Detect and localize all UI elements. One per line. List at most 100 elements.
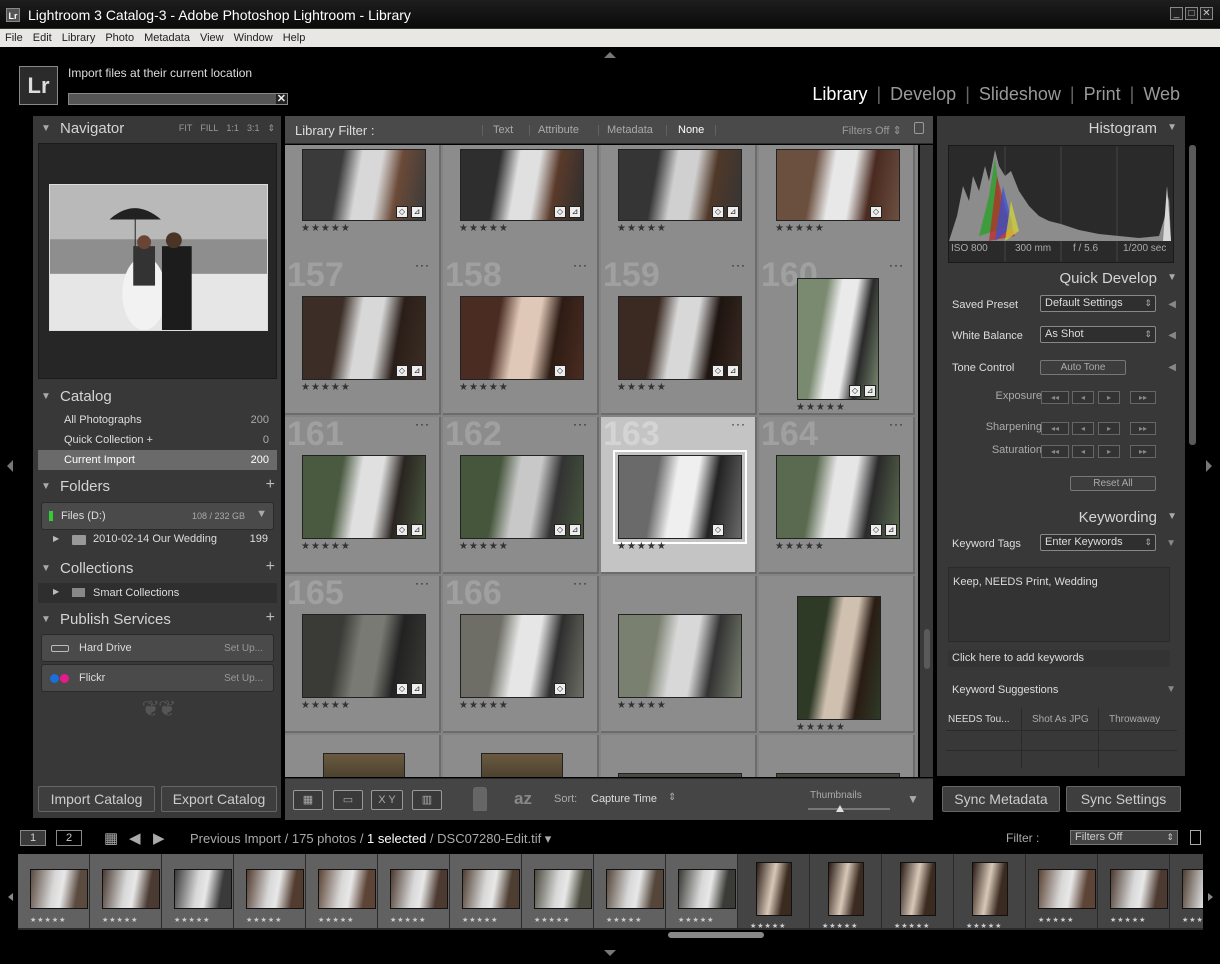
menu-view[interactable]: View — [195, 29, 229, 45]
compare-view-icon[interactable]: X Y — [371, 790, 403, 810]
star-rating[interactable]: ★★★★★ — [301, 223, 351, 234]
grid-cell[interactable] — [285, 735, 441, 777]
export-catalog-button[interactable]: Export Catalog — [161, 786, 277, 812]
thumbnail-size-slider[interactable] — [808, 808, 890, 810]
cell-options-icon[interactable]: ··· — [573, 417, 588, 431]
sharpening-step-1[interactable]: ◂◂ — [1041, 422, 1069, 435]
saturation-step-4[interactable]: ▸▸ — [1130, 445, 1156, 458]
keyword-badge-icon[interactable]: ◇ — [870, 206, 882, 218]
add-collection-icon[interactable]: + — [266, 558, 275, 576]
cell-options-icon[interactable]: ··· — [415, 417, 430, 431]
photo-thumbnail[interactable] — [618, 614, 742, 698]
add-folder-icon[interactable]: + — [266, 476, 275, 494]
module-web[interactable]: Web — [1143, 84, 1180, 105]
cell-options-icon[interactable]: ··· — [573, 576, 588, 590]
cell-options-icon[interactable]: ··· — [889, 258, 904, 272]
right-panel-toggle-icon[interactable] — [1206, 460, 1212, 472]
module-slideshow[interactable]: Slideshow — [979, 84, 1061, 105]
filmstrip-thumbnail[interactable]: ★★★★★ — [450, 854, 522, 928]
star-rating[interactable]: ★★★★★ — [459, 541, 509, 552]
keyword-badge-icon[interactable]: ◇ — [396, 683, 408, 695]
grid-cell[interactable] — [759, 735, 915, 777]
zoom-3-1[interactable]: 3:1 — [247, 123, 260, 133]
star-rating[interactable]: ★★★★★ — [617, 541, 667, 552]
grid-scrollbar[interactable] — [920, 145, 933, 777]
filmstrip-thumbnail[interactable]: ★★★★★ — [954, 854, 1026, 930]
add-keywords-field[interactable]: Click here to add keywords — [948, 650, 1170, 667]
survey-view-icon[interactable]: ▥ — [412, 790, 442, 810]
filters-off-preset[interactable]: Filters Off ⇕ — [842, 124, 902, 137]
catalog-item-quick-collection[interactable]: Quick Collection +0 — [38, 430, 277, 450]
grid-cell[interactable]: 161 ··· ★★★★★ ◇ ⊿ — [285, 415, 441, 574]
filmstrip-thumbnail[interactable]: ★★★★★ — [1098, 854, 1170, 928]
exposure-step-4[interactable]: ▸▸ — [1130, 391, 1156, 404]
edit-badge-icon[interactable]: ⊿ — [569, 524, 581, 536]
menu-library[interactable]: Library — [57, 29, 101, 45]
edit-badge-icon[interactable]: ⊿ — [885, 524, 897, 536]
auto-tone-button[interactable]: Auto Tone — [1040, 360, 1126, 375]
menu-edit[interactable]: Edit — [28, 29, 57, 45]
loupe-view-icon[interactable]: ▭ — [333, 790, 363, 810]
grid-cell[interactable]: ★★★★★ — [759, 576, 915, 733]
back-arrow-icon[interactable]: ◀ — [129, 829, 141, 847]
navigator-preview[interactable] — [38, 143, 277, 379]
cell-options-icon[interactable]: ··· — [731, 417, 746, 431]
keyword-badge-icon[interactable]: ◇ — [554, 683, 566, 695]
cell-options-icon[interactable]: ··· — [415, 576, 430, 590]
filter-attribute[interactable]: Attribute — [538, 124, 579, 136]
left-panel-toggle-icon[interactable] — [7, 460, 13, 472]
filmstrip-scroll-left-icon[interactable] — [8, 893, 13, 901]
saved-preset-select[interactable]: Default Settings ⇕ — [1040, 295, 1156, 312]
publish-flickr[interactable]: Flickr Set Up... — [41, 664, 274, 692]
star-rating[interactable]: ★★★★★ — [775, 541, 825, 552]
keywording-header[interactable]: Keywording ▼ — [937, 505, 1185, 529]
scroll-thumb[interactable] — [924, 629, 930, 669]
catalog-item-all-photographs[interactable]: All Photographs 200 — [38, 410, 277, 430]
star-rating[interactable]: ★★★★★ — [301, 382, 351, 393]
white-balance-select[interactable]: As Shot ⇕ — [1040, 326, 1156, 343]
collapse-triangle-icon[interactable]: ▼ — [1166, 538, 1176, 549]
filter-none[interactable]: None — [678, 124, 704, 136]
filter-metadata[interactable]: Metadata — [607, 124, 653, 136]
hard-drive-setup[interactable]: Set Up... — [224, 643, 263, 654]
keyword-badge-icon[interactable]: ◇ — [712, 524, 724, 536]
filmstrip-thumbnail[interactable]: ★★★★★ — [18, 854, 90, 928]
suggestion-3[interactable]: Throwaway — [1109, 714, 1160, 725]
folders-header[interactable]: ▼ Folders + — [33, 474, 281, 498]
edit-badge-icon[interactable]: ⊿ — [411, 524, 423, 536]
filmstrip-thumbnail[interactable]: ★★★★★ — [810, 854, 882, 930]
sharpening-step-4[interactable]: ▸▸ — [1130, 422, 1156, 435]
filmstrip-thumbnail[interactable]: ★★★★★ — [738, 854, 810, 930]
module-print[interactable]: Print — [1084, 84, 1121, 105]
filmstrip-thumbnail[interactable]: ★★★★★ — [306, 854, 378, 928]
keyword-badge-icon[interactable]: ◇ — [396, 524, 408, 536]
quick-develop-header[interactable]: Quick Develop ▼ — [937, 266, 1185, 290]
edit-badge-icon[interactable]: ⊿ — [411, 365, 423, 377]
grid-cell[interactable]: 165 ··· ★★★★★ ◇ ⊿ — [285, 574, 441, 733]
keyword-tags-field[interactable]: Keep, NEEDS Print, Wedding — [948, 567, 1170, 642]
filmstrip-thumbnail[interactable]: ★★★★★ — [594, 854, 666, 928]
filmstrip-thumbnail[interactable]: ★★★★★ — [1170, 854, 1203, 928]
cell-options-icon[interactable]: ··· — [415, 258, 430, 272]
star-rating[interactable]: ★★★★★ — [617, 223, 667, 234]
edit-badge-icon[interactable]: ⊿ — [727, 206, 739, 218]
catalog-header[interactable]: ▼ Catalog — [33, 384, 281, 408]
star-rating[interactable]: ★★★★★ — [301, 700, 351, 711]
keyword-badge-icon[interactable]: ◇ — [849, 385, 861, 397]
module-develop[interactable]: Develop — [890, 84, 956, 105]
reset-all-button[interactable]: Reset All — [1070, 476, 1156, 491]
zoom-fill[interactable]: FILL — [200, 123, 218, 133]
keyword-badge-icon[interactable]: ◇ — [554, 365, 566, 377]
sync-metadata-button[interactable]: Sync Metadata — [942, 786, 1060, 812]
sync-settings-button[interactable]: Sync Settings — [1066, 786, 1181, 812]
sharpening-step-2[interactable]: ◂ — [1072, 422, 1094, 435]
star-rating[interactable]: ★★★★★ — [796, 722, 846, 733]
publish-services-header[interactable]: ▼ Publish Services + — [33, 607, 281, 631]
keyword-badge-icon[interactable]: ◇ — [554, 524, 566, 536]
grid-cell[interactable]: 163 ··· ★★★★★ ◇ — [601, 415, 757, 574]
filmstrip-thumbnail[interactable]: ★★★★★ — [234, 854, 306, 928]
import-catalog-button[interactable]: Import Catalog — [38, 786, 155, 812]
filmstrip-thumbnail[interactable]: ★★★★★ — [378, 854, 450, 928]
maximize-button[interactable]: □ — [1185, 7, 1198, 20]
saturation-step-1[interactable]: ◂◂ — [1041, 445, 1069, 458]
